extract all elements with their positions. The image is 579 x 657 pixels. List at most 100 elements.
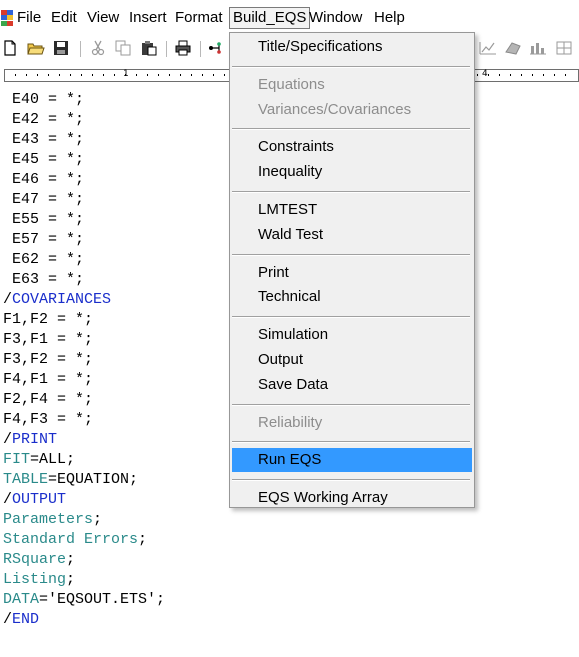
menu-item-variances-covariances: Variances/Covariances [258, 100, 412, 118]
code-token: COVARIANCES [12, 291, 112, 308]
menu-item-lmtest[interactable]: LMTEST [232, 198, 472, 222]
code-token: F2,F4 = *; [3, 391, 94, 408]
ruler-tick [26, 74, 27, 76]
ruler-tick [499, 74, 500, 76]
code-token: F1,F2 = *; [3, 311, 94, 328]
menu-bar: File Edit View Insert Format Build_EQS W… [0, 0, 579, 34]
menu-item-run-eqs[interactable]: Run EQS [232, 448, 472, 473]
menu-item-technical[interactable]: Technical [232, 285, 472, 309]
app-icon[interactable] [1, 10, 13, 26]
chart-icon[interactable] [478, 38, 498, 58]
menu-build-eqs[interactable]: Build_EQS [229, 7, 311, 29]
menu-view[interactable]: View [84, 7, 122, 29]
code-token: F4,F3 = *; [3, 411, 94, 428]
grid-icon[interactable] [554, 38, 574, 58]
menu-separator [232, 191, 470, 193]
code-line: F3,F2 = *; [3, 350, 93, 370]
code-line: /END [3, 610, 39, 630]
menu-item-constraints[interactable]: Constraints [232, 135, 472, 159]
ruler-tick [554, 74, 555, 76]
menu-item-eqs-working-array[interactable]: EQS Working Array [232, 486, 472, 510]
cut-icon[interactable] [88, 38, 108, 58]
code-token: / [3, 491, 13, 508]
code-line: DATA='EQSOUT.ETS'; [3, 590, 165, 610]
menu-separator [232, 253, 470, 256]
ruler-tick [70, 74, 71, 76]
ruler-tick [48, 74, 49, 76]
menu-item-output[interactable]: Output [232, 348, 472, 372]
ruler-tick [565, 74, 566, 76]
menu-window[interactable]: Window [306, 7, 365, 29]
print-icon[interactable] [173, 38, 193, 58]
code-token: F3,F2 = *; [3, 351, 94, 368]
ruler-tick [92, 74, 93, 76]
new-file-icon[interactable] [0, 38, 20, 58]
menu-item-wald-test[interactable]: Wald Test [232, 223, 472, 247]
ruler-tick [15, 74, 16, 76]
code-token: E40 = *; [3, 91, 85, 108]
menu-separator [232, 441, 470, 444]
3d-chart-icon[interactable] [503, 38, 523, 58]
menu-edit[interactable]: Edit [48, 7, 80, 29]
code-line: /PRINT [3, 430, 57, 450]
code-line: E46 = *; [3, 170, 84, 190]
code-line: Listing; [3, 570, 75, 590]
code-token: ; [93, 511, 103, 528]
ruler-tick [191, 74, 192, 76]
code-token: E55 = *; [3, 211, 85, 228]
code-token: F4,F1 = *; [3, 371, 94, 388]
menu-format[interactable]: Format [172, 7, 226, 29]
code-line: E63 = *; [3, 270, 84, 290]
ruler-tick [213, 74, 214, 76]
ruler-tick [510, 74, 511, 76]
menu-item-print[interactable]: Print [232, 261, 472, 285]
code-token: Parameters [3, 511, 94, 528]
menu-item-equations: Equations [258, 75, 325, 93]
ruler-number: 4 [482, 69, 488, 79]
code-line: Standard Errors; [3, 530, 147, 550]
copy-icon[interactable] [113, 38, 133, 58]
code-token: E42 = *; [3, 111, 85, 128]
menu-separator [232, 128, 470, 131]
code-line: E45 = *; [3, 150, 84, 170]
code-line: Parameters; [3, 510, 102, 530]
code-line: E42 = *; [3, 110, 84, 130]
open-folder-icon[interactable] [26, 38, 46, 58]
code-token: OUTPUT [12, 491, 67, 508]
ruler-tick [202, 74, 203, 76]
code-token: DATA [3, 591, 40, 608]
code-line: E47 = *; [3, 190, 84, 210]
bar-chart-icon[interactable] [528, 38, 548, 58]
code-token: FIT [3, 451, 31, 468]
code-token: E46 = *; [3, 171, 85, 188]
build-eqs-dropdown: Title/Specifications Equations Variances/C… [229, 32, 475, 508]
code-token: E62 = *; [3, 251, 85, 268]
code-line: F1,F2 = *; [3, 310, 93, 330]
menu-item-simulation[interactable]: Simulation [232, 323, 472, 347]
menu-insert[interactable]: Insert [126, 7, 170, 29]
code-token: Standard Errors [3, 531, 139, 548]
save-icon[interactable] [51, 38, 71, 58]
toolbar-separator [166, 41, 167, 57]
menu-item-title-specifications[interactable]: Title/Specifications [232, 35, 472, 59]
code-token: E47 = *; [3, 191, 85, 208]
code-token: F3,F1 = *; [3, 331, 94, 348]
ruler-tick [488, 74, 489, 76]
code-token: E43 = *; [3, 131, 85, 148]
menu-item-save-data[interactable]: Save Data [232, 373, 472, 397]
code-line: F3,F1 = *; [3, 330, 93, 350]
menu-item-inequality[interactable]: Inequality [232, 160, 472, 184]
menu-help[interactable]: Help [371, 7, 408, 29]
menu-separator [232, 403, 470, 406]
menu-separator [232, 316, 470, 319]
code-line: TABLE=EQUATION; [3, 470, 138, 490]
code-token: E45 = *; [3, 151, 85, 168]
code-token: E63 = *; [3, 271, 85, 288]
menu-file[interactable]: File [14, 7, 44, 29]
code-line: E43 = *; [3, 130, 84, 150]
menu-separator [232, 479, 470, 482]
code-line: E62 = *; [3, 250, 84, 270]
paste-icon[interactable] [139, 38, 159, 58]
code-token: / [3, 431, 13, 448]
diagram-icon[interactable] [205, 38, 225, 58]
